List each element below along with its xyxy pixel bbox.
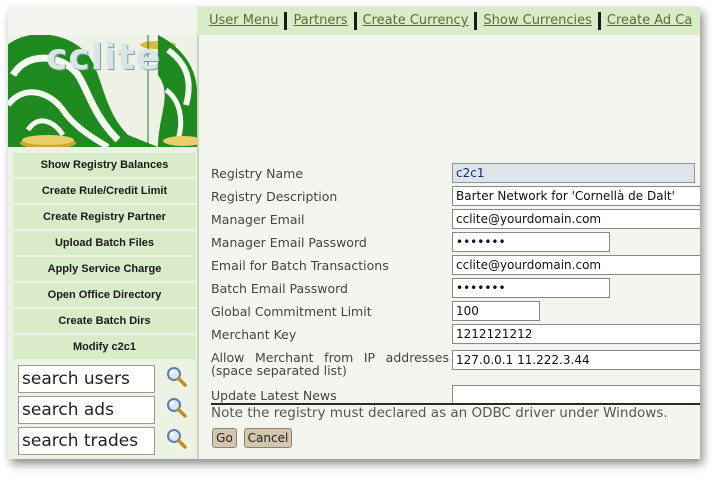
merchant-ips-field[interactable] bbox=[452, 350, 700, 370]
nav-user-menu[interactable]: User Menu bbox=[197, 12, 288, 30]
registry-description-label: Registry Description bbox=[211, 189, 338, 204]
registry-name-field bbox=[452, 163, 695, 183]
nav-create-ad[interactable]: Create Ad Ca bbox=[601, 12, 698, 30]
sidebar: Show Registry Balances Create Rule/Credi… bbox=[8, 147, 197, 459]
batch-email-label: Email for Batch Transactions bbox=[211, 258, 389, 273]
batch-email-field[interactable] bbox=[452, 255, 700, 275]
merchant-key-field[interactable] bbox=[452, 324, 700, 344]
manager-email-label: Manager Email bbox=[211, 212, 305, 227]
search-trades-row bbox=[18, 427, 193, 455]
nav-show-currencies[interactable]: Show Currencies bbox=[477, 12, 601, 30]
merchant-key-label: Merchant Key bbox=[211, 327, 297, 342]
cancel-button[interactable]: Cancel bbox=[244, 428, 292, 448]
commitment-limit-field[interactable] bbox=[452, 301, 540, 321]
merchant-ips-label: Allow Merchant from IP addresses (space … bbox=[211, 350, 449, 378]
sidebar-item-open-office-directory[interactable]: Open Office Directory bbox=[13, 283, 196, 307]
manager-email-password-label: Manager Email Password bbox=[211, 235, 367, 250]
logo-text: cclite bbox=[46, 37, 161, 78]
manager-email-password-field[interactable] bbox=[452, 232, 610, 252]
sidebar-item-show-registry-balances[interactable]: Show Registry Balances bbox=[13, 153, 196, 177]
search-ads-input[interactable] bbox=[18, 396, 155, 424]
search-icon[interactable] bbox=[166, 428, 188, 450]
app-window: User Menu Partners Create Currency Show … bbox=[8, 7, 700, 459]
content-divider bbox=[197, 35, 199, 459]
latest-news-field[interactable] bbox=[452, 385, 700, 405]
sidebar-item-create-registry-partner[interactable]: Create Registry Partner bbox=[13, 205, 196, 229]
latest-news-label: Update Latest News bbox=[211, 388, 337, 403]
search-ads-row bbox=[18, 396, 193, 424]
sidebar-item-apply-service-charge[interactable]: Apply Service Charge bbox=[13, 257, 196, 281]
registry-name-label: Registry Name bbox=[211, 166, 304, 181]
go-button[interactable]: Go bbox=[212, 428, 237, 448]
sidebar-item-create-rule-credit-limit[interactable]: Create Rule/Credit Limit bbox=[13, 179, 196, 203]
search-trades-input[interactable] bbox=[18, 427, 155, 455]
search-users-row bbox=[18, 365, 193, 393]
batch-email-password-field[interactable] bbox=[452, 278, 610, 298]
top-nav: User Menu Partners Create Currency Show … bbox=[197, 7, 700, 35]
sidebar-item-create-batch-dirs[interactable]: Create Batch Dirs bbox=[13, 309, 196, 333]
sidebar-item-upload-batch-files[interactable]: Upload Batch Files bbox=[13, 231, 196, 255]
search-users-input[interactable] bbox=[18, 365, 155, 393]
nav-partners[interactable]: Partners bbox=[287, 12, 357, 30]
nav-create-currency[interactable]: Create Currency bbox=[357, 12, 478, 30]
batch-email-password-label: Batch Email Password bbox=[211, 281, 348, 296]
commitment-limit-label: Global Commitment Limit bbox=[211, 304, 372, 319]
odbc-note: Note the registry must declared as an OD… bbox=[211, 405, 668, 421]
registry-description-field[interactable] bbox=[452, 186, 700, 206]
search-icon[interactable] bbox=[166, 366, 188, 388]
logo: cclite bbox=[8, 35, 197, 147]
manager-email-field[interactable] bbox=[452, 209, 700, 229]
search-icon[interactable] bbox=[166, 397, 188, 419]
sidebar-item-modify-registry[interactable]: Modify c2c1 bbox=[13, 335, 196, 359]
